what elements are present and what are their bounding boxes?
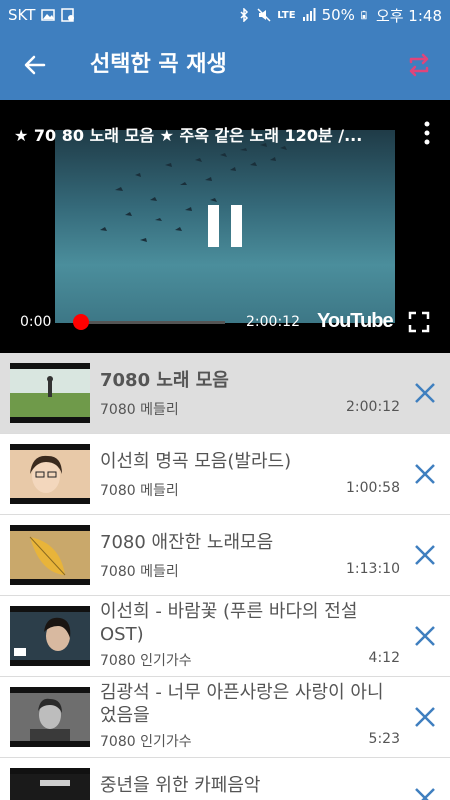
item-duration: 1:00:58	[346, 480, 400, 496]
progress-scrubber[interactable]	[73, 314, 89, 330]
remove-icon[interactable]	[412, 785, 438, 800]
battery-percent: 50%	[321, 6, 355, 24]
playlist-item[interactable]: 김광석 - 너무 아픈사랑은 사랑이 아니었음을 7080 인기가수 5:23	[0, 677, 450, 758]
remove-icon[interactable]	[412, 704, 438, 730]
youtube-logo[interactable]: YouTube	[317, 310, 394, 333]
thumbnail	[10, 525, 90, 585]
screenshot-icon	[61, 8, 75, 22]
pause-icon[interactable]	[206, 205, 244, 247]
thumbnail	[10, 444, 90, 504]
carrier-label: SKT	[8, 6, 36, 24]
back-arrow-icon[interactable]	[18, 48, 52, 82]
remove-icon[interactable]	[412, 380, 438, 406]
item-category: 7080 인기가수	[100, 653, 192, 669]
item-title: 이선희 명곡 모음(발라드)	[100, 451, 292, 472]
item-category: 7080 메들리	[100, 402, 179, 418]
status-right: LTE 50% 오후 1:48	[237, 0, 442, 30]
playlist: 7080 노래 모음 7080 메들리 2:00:12 이선희 명곡 모음(발라…	[0, 353, 450, 800]
bluetooth-icon	[240, 8, 249, 22]
thumbnail	[10, 768, 90, 800]
thumbnail	[10, 687, 90, 747]
item-duration: 4:12	[368, 650, 400, 666]
item-category: 7080 인기가수	[100, 734, 192, 750]
playlist-item[interactable]: 중년을 위한 카페음악	[0, 758, 450, 800]
repeat-icon[interactable]	[402, 48, 436, 82]
clock: 오후 1:48	[375, 6, 442, 25]
playlist-item[interactable]: 7080 노래 모음 7080 메들리 2:00:12	[0, 353, 450, 434]
video-player[interactable]: ★ 70 80 노래 모음 ★ 주옥 같은 노래 120분 /... 0:00 …	[0, 100, 450, 353]
battery-icon	[361, 10, 367, 20]
remove-icon[interactable]	[412, 542, 438, 568]
item-category: 7080 메들리	[100, 564, 179, 580]
mute-icon	[257, 8, 271, 22]
thumbnail	[10, 363, 90, 423]
item-title: 이선희 - 바람꽃 (푸른 바다의 전설 OST)	[100, 601, 358, 645]
status-bar: SKT LTE 50% 오후 1:48	[0, 0, 450, 30]
item-title: 중년을 위한 카페음악	[100, 775, 261, 796]
remove-icon[interactable]	[412, 461, 438, 487]
item-duration: 1:13:10	[346, 561, 400, 577]
item-title: 김광석 - 너무 아픈사랑은 사랑이 아니었음을	[100, 682, 384, 726]
status-left: SKT	[8, 0, 75, 30]
thumbnail	[10, 606, 90, 666]
page-title: 선택한 곡 재생	[90, 52, 227, 77]
more-options-icon[interactable]	[420, 120, 434, 146]
playlist-item[interactable]: 7080 애잔한 노래모음 7080 메들리 1:13:10	[0, 515, 450, 596]
playlist-item[interactable]: 이선희 명곡 모음(발라드) 7080 메들리 1:00:58	[0, 434, 450, 515]
app-bar: 선택한 곡 재생	[0, 30, 450, 100]
progress-bar[interactable]	[80, 321, 225, 324]
video-duration: 2:00:12	[246, 314, 300, 330]
video-title: ★ 70 80 노래 모음 ★ 주옥 같은 노래 120분 /...	[14, 126, 363, 145]
playlist-item[interactable]: 이선희 - 바람꽃 (푸른 바다의 전설 OST) 7080 인기가수 4:12	[0, 596, 450, 677]
item-duration: 2:00:12	[346, 399, 400, 415]
item-duration: 5:23	[368, 731, 400, 747]
signal-icon	[302, 8, 316, 21]
item-title: 7080 노래 모음	[100, 370, 229, 391]
current-time: 0:00	[20, 314, 52, 330]
network-label: LTE	[277, 9, 296, 21]
fullscreen-icon[interactable]	[408, 311, 430, 333]
image-icon	[41, 9, 56, 21]
remove-icon[interactable]	[412, 623, 438, 649]
item-title: 7080 애잔한 노래모음	[100, 532, 274, 553]
item-category: 7080 메들리	[100, 483, 179, 499]
